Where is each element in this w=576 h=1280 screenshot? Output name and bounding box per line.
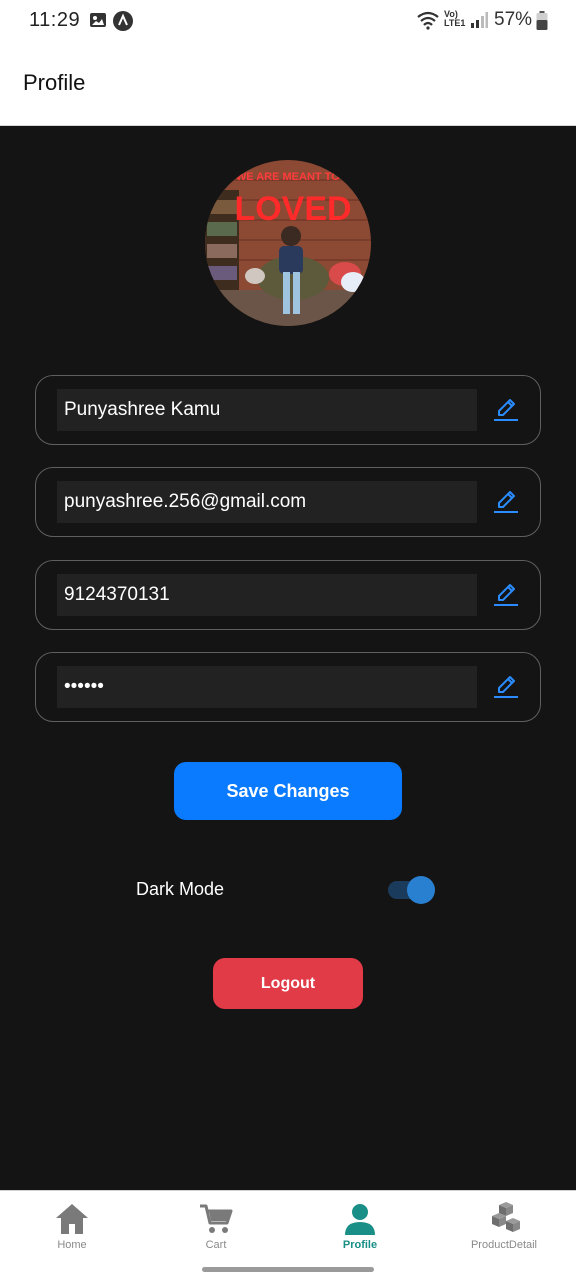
pencil-icon <box>494 399 518 421</box>
edit-name-button[interactable] <box>491 394 521 424</box>
avatar-sign-line1: WE ARE MEANT TO BE <box>236 171 358 183</box>
nav-label-profile: Profile <box>342 1239 378 1251</box>
pencil-icon <box>494 676 518 698</box>
cubes-icon <box>492 1202 520 1232</box>
avatar-sign-line2: LOVED <box>234 190 351 228</box>
edit-email-button[interactable] <box>491 486 521 516</box>
home-indicator[interactable] <box>202 1267 374 1272</box>
logout-button[interactable]: Logout <box>213 958 363 1009</box>
wifi-icon <box>416 10 440 30</box>
avatar[interactable]: WE ARE MEANT TO BE LOVED <box>205 160 371 326</box>
nav-label-home: Home <box>57 1239 87 1251</box>
volte-icon: Vo) LTE1 <box>444 9 466 28</box>
person-icon <box>345 1204 375 1235</box>
toggle-thumb <box>407 876 435 904</box>
status-bar: 11:29 Vo) LTE1 57% <box>0 0 576 44</box>
dark-mode-toggle[interactable] <box>388 876 436 904</box>
phone-input[interactable] <box>57 574 477 616</box>
home-icon <box>56 1204 88 1234</box>
phone-field <box>35 560 541 630</box>
password-input[interactable] <box>57 666 477 708</box>
app-header: Profile <box>0 44 576 126</box>
nav-item-productdetail[interactable]: ProductDetail <box>432 1191 576 1257</box>
pencil-icon <box>494 584 518 606</box>
battery-percentage: 57% <box>494 9 533 30</box>
pencil-icon <box>494 491 518 513</box>
edit-phone-button[interactable] <box>491 579 521 609</box>
page-title: Profile <box>23 70 86 95</box>
status-time: 11:29 <box>29 9 81 31</box>
gallery-icon <box>89 11 107 29</box>
cart-icon <box>200 1204 233 1233</box>
nav-item-profile[interactable]: Profile <box>288 1191 432 1257</box>
email-input[interactable] <box>57 481 477 523</box>
signal-icon <box>470 11 488 29</box>
password-field <box>35 652 541 722</box>
app-notification-icon <box>113 11 133 31</box>
battery-icon <box>536 11 548 30</box>
email-field <box>35 467 541 537</box>
dark-mode-label: Dark Mode <box>136 879 225 899</box>
nav-item-home[interactable]: Home <box>0 1191 144 1257</box>
nav-item-cart[interactable]: Cart <box>144 1191 288 1257</box>
edit-password-button[interactable] <box>491 671 521 701</box>
save-changes-button[interactable]: Save Changes <box>174 762 402 820</box>
nav-label-cart: Cart <box>205 1239 227 1251</box>
name-field <box>35 375 541 445</box>
nav-label-productdetail: ProductDetail <box>470 1239 538 1251</box>
name-input[interactable] <box>57 389 477 431</box>
